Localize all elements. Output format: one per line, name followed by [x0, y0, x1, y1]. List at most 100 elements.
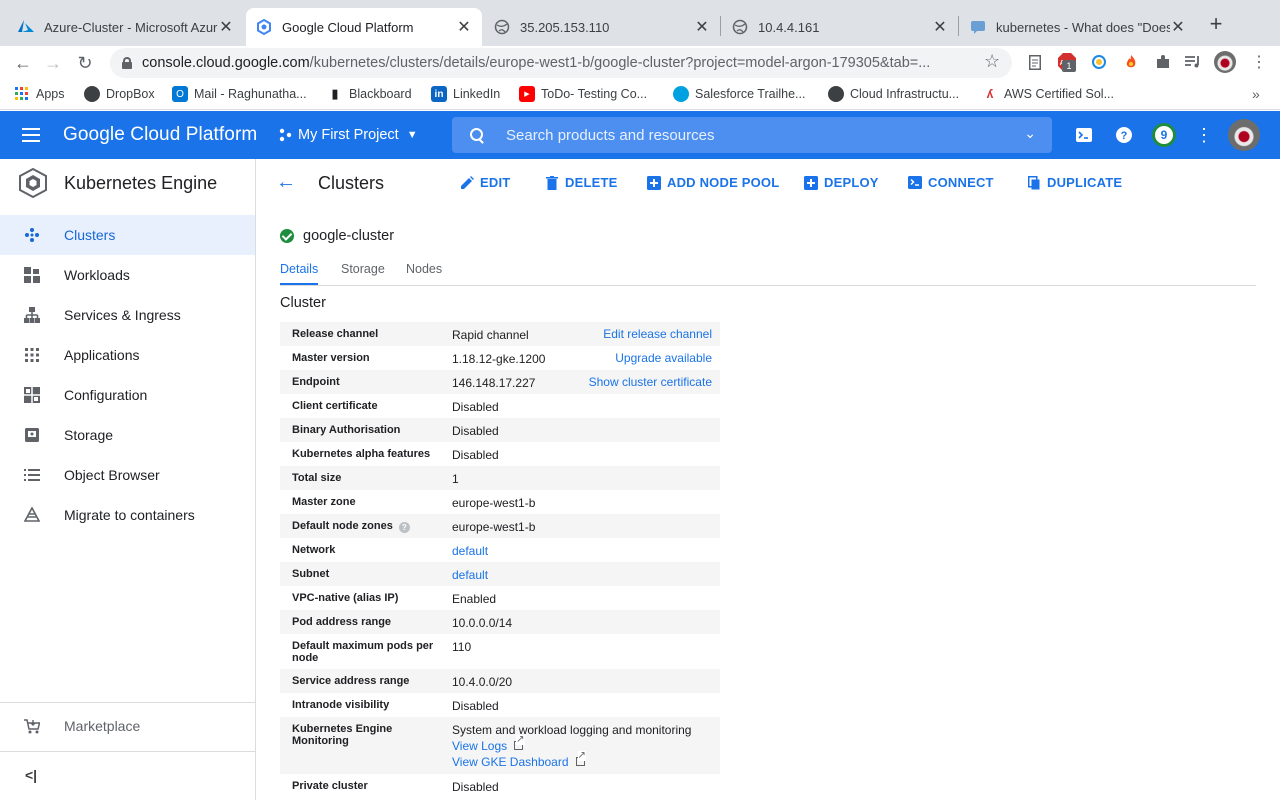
- search-bar[interactable]: Search products and resources ⌄: [452, 117, 1052, 153]
- upgrade-available-link[interactable]: Upgrade available: [615, 351, 712, 365]
- browser-tab-gcp[interactable]: Google Cloud Platform ✕: [246, 8, 482, 46]
- sidebar-item-label: Configuration: [64, 387, 148, 403]
- tab-storage[interactable]: Storage: [341, 262, 385, 276]
- row-value: Rapid channel: [452, 328, 529, 342]
- account-avatar[interactable]: [1228, 119, 1260, 151]
- table-row: Private cluster Disabled: [280, 774, 720, 798]
- forward-arrow-icon[interactable]: →: [40, 50, 66, 76]
- tab-nodes[interactable]: Nodes: [406, 262, 442, 276]
- view-logs-link[interactable]: View Logs: [452, 735, 691, 754]
- row-value: europe-west1-b: [452, 496, 536, 510]
- row-key: Intranode visibility: [292, 699, 390, 711]
- row-key: Kubernetes Engine Monitoring: [292, 723, 393, 747]
- more-vert-icon[interactable]: ⋮: [1192, 123, 1216, 147]
- detail-tabs: Details Storage Nodes: [280, 257, 1256, 286]
- close-icon[interactable]: ✕: [218, 17, 234, 37]
- menu-hamburger-icon[interactable]: [22, 128, 40, 142]
- bookmark-youtube[interactable]: ▶ ToDo- Testing Co...: [519, 86, 647, 102]
- row-key: Binary Authorisation: [292, 424, 401, 436]
- sidebar-item-storage[interactable]: Storage: [0, 415, 255, 455]
- extension-refresh-icon[interactable]: [1088, 51, 1110, 73]
- sidebar-item-label: Applications: [64, 347, 140, 363]
- row-key: Default maximum pods per node: [292, 640, 434, 664]
- sidebar-item-object-browser[interactable]: Object Browser: [0, 455, 255, 495]
- fire-extension-icon[interactable]: [1120, 51, 1142, 73]
- cart-icon: [24, 718, 41, 734]
- bookmark-aws[interactable]: ʎ AWS Certified Sol...: [982, 86, 1114, 102]
- bookmark-star-icon[interactable]: ☆: [984, 51, 1000, 72]
- bookmark-dropbox[interactable]: DropBox: [84, 86, 155, 102]
- bookmark-label: Apps: [36, 87, 65, 101]
- collapse-sidebar-icon[interactable]: <|: [25, 767, 37, 783]
- help-icon[interactable]: ?: [1112, 123, 1136, 147]
- bookmark-mail[interactable]: O Mail - Raghunatha...: [172, 86, 307, 102]
- deploy-button[interactable]: DEPLOY: [804, 175, 879, 190]
- kubernetes-engine-logo-icon: [18, 167, 48, 199]
- section-title: Cluster: [280, 295, 326, 311]
- sidebar-item-marketplace[interactable]: Marketplace: [0, 706, 255, 746]
- browser-tab-ip1[interactable]: 35.205.153.110 ✕: [484, 8, 720, 46]
- bookmark-linkedin[interactable]: in LinkedIn: [431, 86, 500, 102]
- sidebar-item-services[interactable]: Services & Ingress: [0, 295, 255, 335]
- sidebar-item-applications[interactable]: Applications: [0, 335, 255, 375]
- view-gke-dashboard-link[interactable]: View GKE Dashboard: [452, 751, 691, 770]
- storage-icon: [24, 427, 40, 443]
- bookmark-apps[interactable]: Apps: [14, 86, 65, 102]
- browser-tab-azure[interactable]: Azure-Cluster - Microsoft Azur ✕: [8, 8, 244, 46]
- sidebar-item-configuration[interactable]: Configuration: [0, 375, 255, 415]
- project-selector[interactable]: My First Project ▼: [278, 127, 418, 143]
- row-key: VPC-native (alias IP): [292, 592, 399, 604]
- more-bookmarks-icon[interactable]: »: [1252, 86, 1260, 102]
- close-icon[interactable]: ✕: [694, 17, 710, 37]
- bookmark-label: Mail - Raghunatha...: [194, 87, 307, 101]
- show-cluster-certificate-link[interactable]: Show cluster certificate: [589, 375, 712, 389]
- document-icon[interactable]: [1024, 51, 1046, 73]
- media-playlist-icon[interactable]: [1182, 51, 1204, 73]
- table-row: Endpoint 146.148.17.227 Show cluster cer…: [280, 370, 720, 394]
- table-row: Master zone europe-west1-b: [280, 490, 720, 514]
- back-arrow-icon[interactable]: ←: [10, 50, 36, 76]
- puzzle-extensions-icon[interactable]: [1152, 51, 1174, 73]
- cloud-shell-icon[interactable]: [1072, 123, 1096, 147]
- bookmark-blackboard[interactable]: ▮ Blackboard: [327, 86, 412, 102]
- table-row: Binary Authorisation Disabled: [280, 418, 720, 442]
- address-bar[interactable]: console.cloud.google.com /kubernetes/clu…: [110, 48, 1012, 78]
- close-icon[interactable]: ✕: [456, 17, 472, 37]
- close-icon[interactable]: ✕: [1170, 17, 1186, 37]
- row-value: Disabled: [452, 400, 499, 414]
- help-icon[interactable]: ?: [398, 522, 410, 533]
- youtube-icon: ▶: [519, 86, 535, 102]
- edit-button[interactable]: EDIT: [460, 175, 510, 190]
- chevron-down-icon[interactable]: ⌄: [1024, 125, 1036, 142]
- profile-avatar[interactable]: [1214, 51, 1236, 73]
- tab-title: 10.4.4.161: [758, 19, 820, 35]
- pencil-icon: [460, 176, 474, 190]
- add-node-pool-button[interactable]: ADD NODE POOL: [647, 175, 779, 190]
- back-arrow-icon[interactable]: ←: [276, 172, 296, 192]
- browser-tab-kubernetes[interactable]: kubernetes - What does "Does ✕: [960, 8, 1196, 46]
- bookmark-salesforce[interactable]: Salesforce Trailhe...: [673, 86, 805, 102]
- new-tab-button[interactable]: +: [1204, 12, 1228, 36]
- duplicate-button[interactable]: DUPLICATE: [1027, 175, 1122, 190]
- gcp-brand[interactable]: Google Cloud Platform: [63, 124, 257, 146]
- tab-details[interactable]: Details: [280, 262, 318, 276]
- row-value: System and workload logging and monitori…: [452, 722, 691, 770]
- gcp-icon: [256, 19, 272, 35]
- sidebar-item-workloads[interactable]: Workloads: [0, 255, 255, 295]
- services-icon: [24, 307, 40, 323]
- notifications-badge[interactable]: 9: [1152, 123, 1176, 147]
- browser-tab-ip2[interactable]: 10.4.4.161 ✕: [722, 8, 958, 46]
- subnet-link[interactable]: default: [452, 567, 488, 583]
- bookmark-cloud-infra[interactable]: Cloud Infrastructu...: [828, 86, 959, 102]
- network-link[interactable]: default: [452, 543, 488, 559]
- connect-button[interactable]: CONNECT: [908, 175, 994, 190]
- browser-menu-icon[interactable]: ⋮: [1248, 51, 1270, 73]
- close-icon[interactable]: ✕: [932, 17, 948, 37]
- outlook-icon: O: [172, 86, 188, 102]
- reload-icon[interactable]: ↻: [72, 50, 98, 76]
- product-title: Kubernetes Engine: [64, 173, 218, 193]
- sidebar-item-migrate[interactable]: Migrate to containers: [0, 495, 255, 535]
- edit-release-channel-link[interactable]: Edit release channel: [603, 327, 712, 341]
- sidebar-item-clusters[interactable]: Clusters: [0, 215, 255, 255]
- delete-button[interactable]: DELETE: [545, 175, 617, 190]
